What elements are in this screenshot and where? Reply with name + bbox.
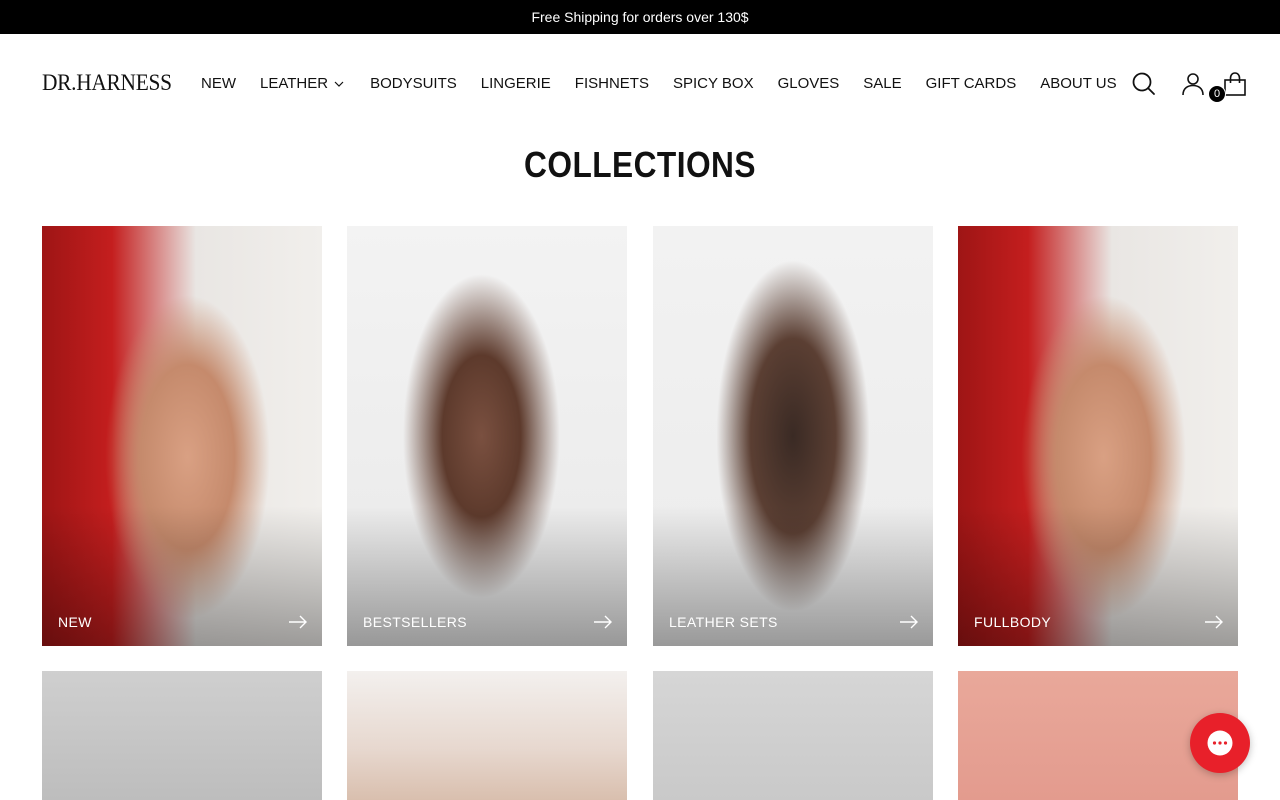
collection-card-new[interactable]: NEW — [42, 226, 322, 646]
account-icon[interactable] — [1180, 71, 1206, 97]
collection-image — [42, 671, 322, 800]
nav-label: SPICY BOX — [672, 75, 754, 92]
main-nav: NEW LEATHER BODYSUITS LINGERIE FISHNETS … — [201, 75, 1117, 92]
collection-card-leather-sets[interactable]: LEATHER SETS — [653, 226, 933, 646]
collection-label: FULLBODY — [974, 614, 1052, 630]
nav-item-about-us[interactable]: ABOUT US — [1040, 75, 1116, 92]
nav-item-gift-cards[interactable]: GIFT CARDS — [926, 75, 1017, 92]
nav-label: ABOUT US — [1040, 75, 1117, 92]
nav-label: LEATHER — [260, 75, 329, 92]
nav-item-gloves[interactable]: GLOVES — [778, 75, 840, 92]
nav-item-leather[interactable]: LEATHER — [260, 75, 346, 92]
nav-label: GIFT CARDS — [925, 75, 1017, 92]
nav-item-fishnets[interactable]: FISHNETS — [575, 75, 649, 92]
cart-count-badge: 0 — [1208, 85, 1226, 103]
nav-label: LINGERIE — [480, 75, 551, 92]
announcement-text: Free Shipping for orders over 130$ — [531, 9, 749, 25]
search-icon[interactable] — [1131, 71, 1157, 97]
nav-item-lingerie[interactable]: LINGERIE — [481, 75, 551, 92]
page-title: COLLECTIONS — [524, 144, 756, 185]
nav-label: FISHNETS — [574, 75, 649, 92]
collection-label: NEW — [58, 614, 92, 630]
logo[interactable]: DR.HARNESS — [42, 70, 172, 96]
site-header: DR.HARNESS NEW LEATHER BODYSUITS LINGERI… — [0, 34, 1280, 134]
arrow-right-icon — [900, 615, 918, 629]
collection-image — [653, 671, 933, 800]
collection-card[interactable] — [347, 671, 627, 800]
header-icons: 0 — [1130, 71, 1250, 103]
collection-card-fullbody[interactable]: FULLBODY — [958, 226, 1238, 646]
nav-item-bodysuits[interactable]: BODYSUITS — [370, 75, 457, 92]
chat-icon — [1207, 730, 1233, 756]
collection-image — [347, 671, 627, 800]
announcement-bar: Free Shipping for orders over 130$ — [0, 0, 1280, 34]
chevron-down-icon — [334, 81, 344, 87]
nav-item-new[interactable]: NEW — [201, 75, 236, 92]
nav-item-sale[interactable]: SALE — [863, 75, 901, 92]
collection-card[interactable] — [42, 671, 322, 800]
arrow-right-icon — [1205, 615, 1223, 629]
chat-button[interactable] — [1190, 713, 1250, 773]
nav-label: BODYSUITS — [370, 75, 457, 92]
nav-item-spicy-box[interactable]: SPICY BOX — [673, 75, 754, 92]
collection-label: LEATHER SETS — [669, 614, 778, 630]
collection-card[interactable] — [653, 671, 933, 800]
nav-label: GLOVES — [777, 75, 840, 92]
collection-card-bestsellers[interactable]: BESTSELLERS — [347, 226, 627, 646]
nav-label: NEW — [201, 75, 236, 92]
arrow-right-icon — [594, 615, 612, 629]
nav-label: SALE — [863, 75, 902, 92]
arrow-right-icon — [289, 615, 307, 629]
collection-label: BESTSELLERS — [363, 614, 467, 630]
